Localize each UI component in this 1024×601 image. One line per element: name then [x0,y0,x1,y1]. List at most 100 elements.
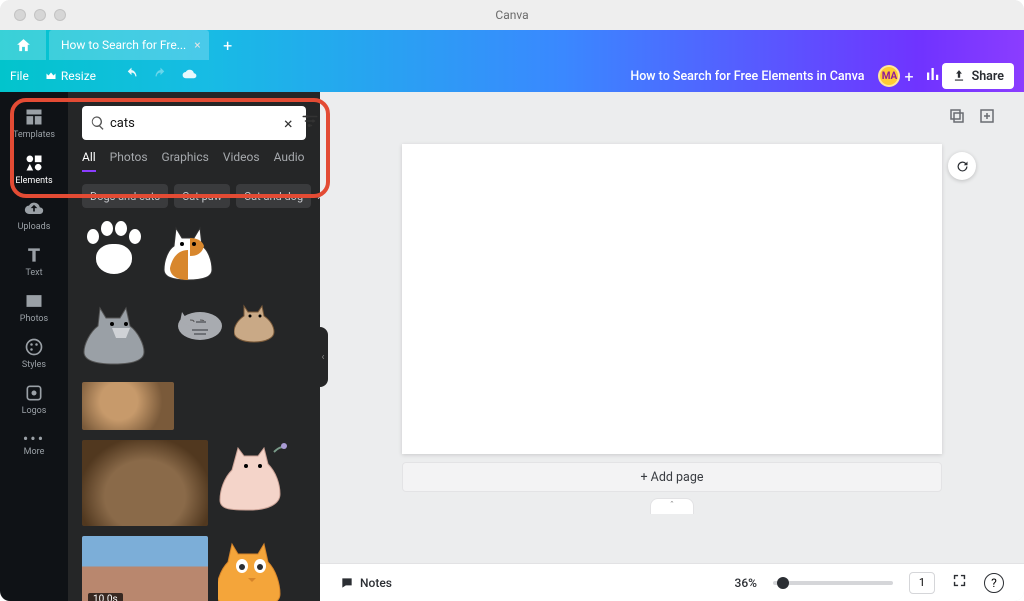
duplicate-page-button[interactable] [948,107,966,129]
crown-icon [45,70,57,82]
bottom-bar: Notes 36% 1 ? [320,563,1024,601]
photos-icon [24,291,44,311]
window-title: Canva [0,8,1024,22]
toolbar-left: File Resize [10,67,197,85]
tab-strip: How to Search for Fre... × + [0,30,1024,60]
new-page-icon [978,107,996,125]
rail-elements[interactable]: Elements [0,146,68,192]
cloud-status[interactable] [182,67,197,85]
rail-uploads[interactable]: Uploads [0,192,68,238]
text-icon [24,245,44,265]
logos-icon [24,383,44,403]
result-tan-cat-graphic[interactable] [234,300,286,344]
uploads-icon [24,199,44,219]
chip-suggestion[interactable]: Cat and dog [236,184,311,208]
tab-all[interactable]: All [82,150,96,172]
rail-text-label: Text [25,268,42,278]
search-filter-button[interactable] [301,112,319,134]
suggestion-chips: Dogs and cats Cat paw Cat and dog › [68,178,320,218]
panel-collapse-handle[interactable]: ‹ [318,327,328,387]
notes-button[interactable]: Notes [340,576,392,590]
result-video[interactable]: 10.0s [82,536,208,601]
result-calico-cat-graphic[interactable] [156,218,220,290]
result-pink-cat-graphic[interactable] [218,440,290,518]
refresh-button[interactable] [948,152,976,180]
undo-button[interactable] [124,67,139,85]
tab-videos[interactable]: Videos [223,150,260,172]
share-label: Share [972,69,1004,84]
refresh-icon [955,159,970,174]
canvas-tools [320,92,1024,144]
file-menu[interactable]: File [10,69,29,83]
rail-styles[interactable]: Styles [0,330,68,376]
filter-icon [301,112,319,130]
user-avatar[interactable]: MA [878,65,900,87]
result-kitten-photo[interactable] [82,382,174,430]
more-icon: ••• [23,434,45,444]
help-button[interactable]: ? [984,573,1004,593]
new-tab-button[interactable]: + [213,30,243,60]
share-button[interactable]: Share [942,63,1014,89]
elements-panel: × All Photos Graphics Videos Audio Dogs … [68,92,320,601]
rail-elements-label: Elements [15,176,52,186]
document-tab-label: How to Search for Fre... [61,38,186,52]
rail-photos[interactable]: Photos [0,284,68,330]
rail-logos[interactable]: Logos [0,376,68,422]
rail-styles-label: Styles [22,360,46,370]
notes-label: Notes [360,576,392,590]
result-orange-cat-graphic[interactable] [218,536,286,601]
zoom-level[interactable]: 36% [735,576,757,590]
chips-scroll-right[interactable]: › [317,188,321,204]
search-icon [90,115,106,131]
side-rail: Templates Elements Uploads Text Photos S… [0,92,68,601]
fullscreen-button[interactable] [951,572,968,593]
mac-titlebar: Canva [0,0,1024,30]
panel-tabs: All Photos Graphics Videos Audio [68,150,320,178]
result-paw-graphic[interactable] [82,218,146,280]
new-page-button[interactable] [978,107,996,129]
insights-button[interactable] [924,65,942,87]
chip-suggestion[interactable]: Cat paw [174,184,230,208]
chip-suggestion[interactable]: Dogs and cats [82,184,168,208]
document-title[interactable]: How to Search for Free Elements in Canva [630,69,864,84]
upload-icon [952,69,966,83]
video-duration-badge: 10.0s [88,593,123,601]
notes-icon [340,576,354,590]
canvas-wrap: + Add page ˆ [320,144,1024,563]
home-icon [15,37,32,54]
app-body: Templates Elements Uploads Text Photos S… [0,92,1024,601]
rail-templates-label: Templates [13,130,55,140]
tab-graphics[interactable]: Graphics [162,150,209,172]
search-box[interactable]: × [82,106,306,140]
result-striped-cat-graphic[interactable] [170,300,224,342]
elements-icon [24,153,44,173]
redo-button[interactable] [153,67,168,85]
results-grid: 10.0s [68,218,320,601]
result-basket-kittens-photo[interactable] [82,440,208,526]
rail-more-label: More [24,447,45,457]
zoom-slider[interactable] [773,581,893,585]
document-tab[interactable]: How to Search for Fre... × [49,30,209,60]
zoom-slider-knob[interactable] [777,577,789,589]
search-input[interactable] [110,116,276,131]
fullscreen-icon [951,572,968,589]
rail-templates[interactable]: Templates [0,100,68,146]
result-gray-cat-graphic[interactable] [82,300,160,372]
canvas-area: + Add page ˆ Notes 36% 1 ? [320,92,1024,601]
add-page-button[interactable]: + Add page [402,462,942,492]
resize-label: Resize [61,69,96,83]
chart-icon [924,65,942,83]
home-button[interactable] [0,30,46,60]
tab-audio[interactable]: Audio [274,150,305,172]
document-tab-close[interactable]: × [194,38,200,52]
redo-icon [153,67,168,82]
canvas-page[interactable] [402,144,942,454]
resize-menu[interactable]: Resize [45,69,96,83]
page-number[interactable]: 1 [909,572,935,594]
rail-more[interactable]: ••• More [0,422,68,468]
canvas-drawer-toggle[interactable]: ˆ [650,498,694,514]
clear-search-button[interactable]: × [280,114,297,133]
tab-photos[interactable]: Photos [110,150,148,172]
add-collaborator-button[interactable]: + [904,67,913,86]
rail-text[interactable]: Text [0,238,68,284]
